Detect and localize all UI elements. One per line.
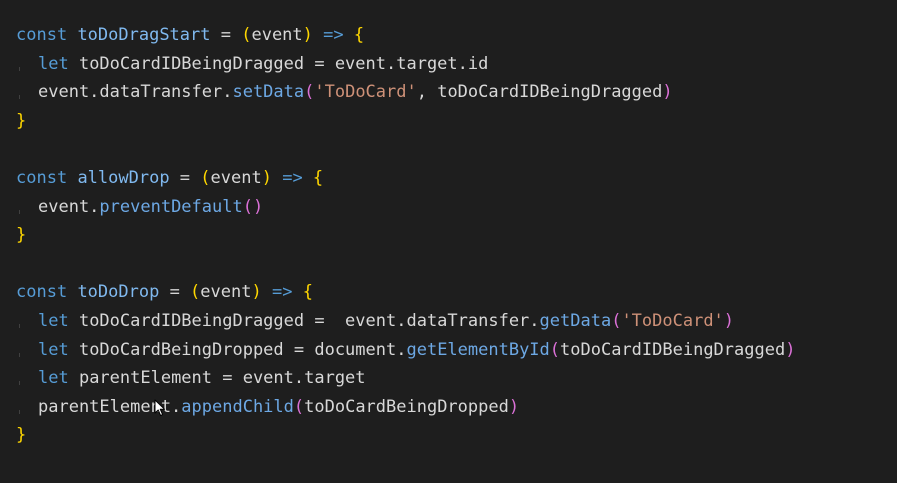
paren-open: ( xyxy=(241,25,252,45)
code-line-9-empty[interactable] xyxy=(0,250,897,279)
code-text: event.dataTransfer. xyxy=(38,82,233,103)
paren-open: ( xyxy=(549,339,561,360)
brace-close: } xyxy=(16,425,27,446)
code-text: toDoCardIDBeingDragged = event.target.id xyxy=(68,53,489,74)
keyword-const: const xyxy=(16,282,68,303)
code-line-7[interactable]: event.preventDefault() xyxy=(0,193,897,222)
code-text: toDoCardIDBeingDragged = event.dataTrans… xyxy=(68,310,540,331)
paren-open: ( xyxy=(293,396,305,417)
code-text: event. xyxy=(38,196,100,217)
code-text: parentElement = event.target xyxy=(68,368,366,389)
paren-open: ( xyxy=(200,167,211,188)
code-line-15[interactable]: } xyxy=(0,421,897,450)
code-editor[interactable]: const toDoDragStart = (event) => { let t… xyxy=(0,0,897,483)
method-call: appendChild xyxy=(181,396,294,417)
code-line-8[interactable]: } xyxy=(0,221,897,250)
code-text: , toDoCardIDBeingDragged xyxy=(416,82,663,103)
argument: toDoCardBeingDropped xyxy=(304,396,509,417)
code-text: toDoCardBeingDropped = document. xyxy=(68,339,407,360)
method-call: preventDefault xyxy=(99,196,243,217)
param-name: event xyxy=(200,282,252,303)
keyword-let: let xyxy=(38,368,69,389)
keyword-const: const xyxy=(16,25,68,45)
paren-close: ) xyxy=(251,282,262,303)
code-line-14[interactable]: parentElement.appendChild(toDoCardBeingD… xyxy=(0,393,897,422)
string-literal: 'ToDoCard' xyxy=(621,310,724,331)
brace-close: } xyxy=(16,110,27,131)
keyword-let: let xyxy=(38,53,69,74)
paren-close: ) xyxy=(662,82,673,103)
parens: () xyxy=(242,196,264,217)
method-call: getElementById xyxy=(406,339,550,360)
method-call: getData xyxy=(539,310,612,331)
function-name: toDoDragStart xyxy=(77,25,211,45)
arrow-operator: => xyxy=(261,282,303,303)
param-name: event xyxy=(210,167,262,188)
code-line-2[interactable]: let toDoCardIDBeingDragged = event.targe… xyxy=(0,50,897,79)
function-name: toDoDrop xyxy=(77,282,160,303)
paren-open: ( xyxy=(611,310,622,331)
code-line-12[interactable]: let toDoCardBeingDropped = document.getE… xyxy=(0,336,897,365)
assign-operator: = xyxy=(169,167,201,188)
assign-operator: = xyxy=(210,25,242,45)
assign-operator: = xyxy=(159,282,191,303)
paren-close: ) xyxy=(508,396,520,417)
brace-open: { xyxy=(312,167,324,188)
code-line-13[interactable]: let parentElement = event.target xyxy=(0,364,897,393)
arrow-operator: => xyxy=(312,25,354,45)
arrow-operator: => xyxy=(271,167,313,188)
keyword-let: let xyxy=(38,310,69,331)
argument: toDoCardIDBeingDragged xyxy=(560,339,786,360)
method-call: setData xyxy=(232,82,305,103)
code-line-11[interactable]: let toDoCardIDBeingDragged = event.dataT… xyxy=(0,307,897,336)
brace-close: } xyxy=(16,225,27,246)
code-line-4[interactable]: } xyxy=(0,107,897,136)
paren-close: ) xyxy=(785,339,796,360)
brace-open: { xyxy=(302,282,313,303)
string-literal: 'ToDoCard' xyxy=(314,82,417,103)
paren-close: ) xyxy=(302,25,313,45)
paren-open: ( xyxy=(190,282,201,303)
code-line-3[interactable]: event.dataTransfer.setData('ToDoCard', t… xyxy=(0,78,897,107)
code-line-6[interactable]: const allowDrop = (event) => { xyxy=(0,164,897,193)
keyword-let: let xyxy=(38,339,69,360)
code-line-1[interactable]: const toDoDragStart = (event) => { xyxy=(0,21,897,50)
paren-open: ( xyxy=(304,82,315,103)
code-line-5-empty[interactable] xyxy=(0,135,897,164)
param-name: event xyxy=(251,25,303,45)
mouse-pointer-icon xyxy=(154,399,165,416)
paren-close: ) xyxy=(261,167,272,188)
code-line-10[interactable]: const toDoDrop = (event) => { xyxy=(0,278,897,307)
brace-open: { xyxy=(353,25,365,45)
keyword-const: const xyxy=(16,167,68,188)
function-name: allowDrop xyxy=(77,167,170,188)
paren-close: ) xyxy=(723,310,735,331)
